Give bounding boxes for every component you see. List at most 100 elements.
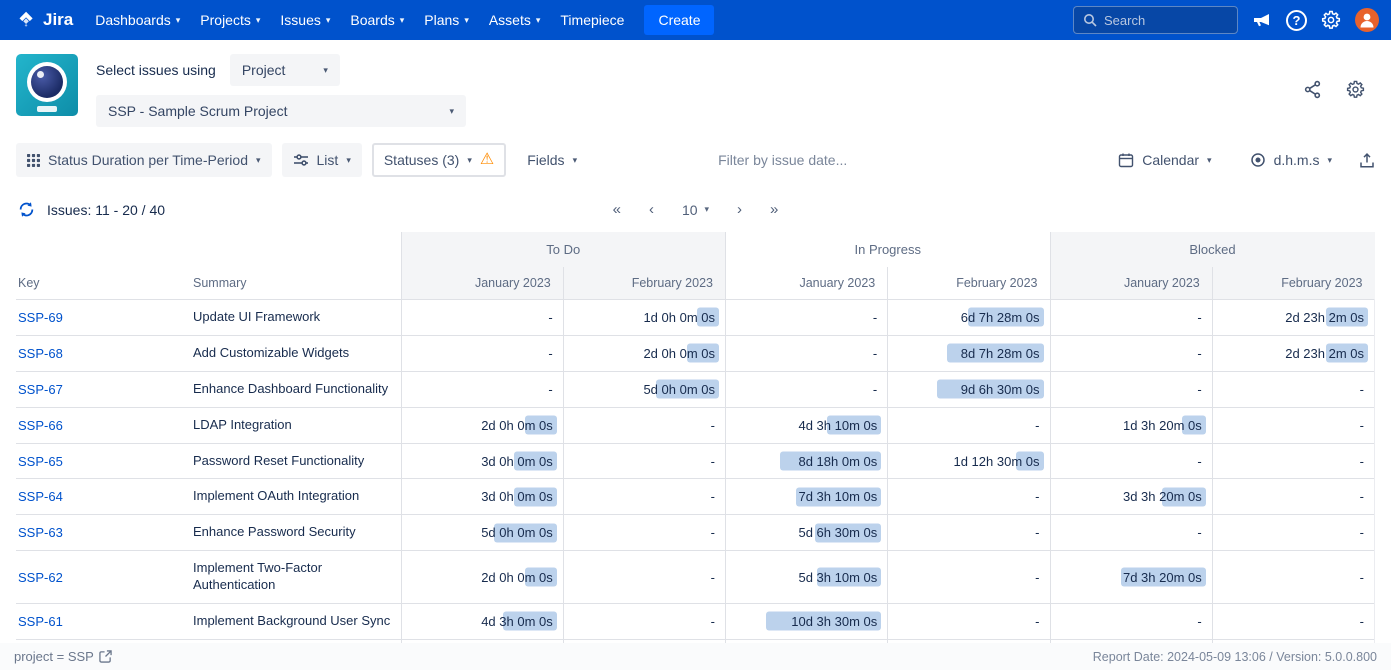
issue-summary: Implement Background User Sync — [191, 604, 401, 640]
user-avatar[interactable] — [1355, 8, 1379, 32]
issue-key-cell: SSP-64 — [16, 479, 191, 515]
table-row: SSP-64Implement OAuth Integration3d 0h 0… — [16, 479, 1375, 515]
time-format-dropdown[interactable]: d.h.m.s ▾ — [1239, 143, 1343, 177]
fields-dropdown[interactable]: Fields ▾ — [516, 143, 588, 177]
issue-source-mode-dropdown[interactable]: Project ▾ — [230, 54, 340, 86]
duration-cell: - — [401, 371, 563, 407]
duration-value: 9d 6h 30m 0s — [961, 382, 1040, 397]
duration-value: 5d 6h 30m 0s — [798, 525, 877, 540]
jira-brand[interactable]: Jira — [12, 10, 83, 31]
pagination-prev-button[interactable]: ‹ — [649, 201, 654, 218]
report-type-dropdown[interactable]: Status Duration per Time-Period ▾ — [16, 143, 272, 177]
duration-value: - — [711, 570, 715, 585]
duration-cell: - — [1050, 604, 1212, 640]
pagination-last-button[interactable]: » — [770, 201, 778, 218]
duration-cell: - — [563, 515, 725, 551]
search-icon — [1083, 13, 1097, 27]
nav-item-timepiece[interactable]: Timepiece — [550, 3, 634, 37]
gear-icon[interactable] — [1321, 10, 1341, 30]
issue-key-link[interactable]: SSP-65 — [18, 454, 63, 469]
statuses-label: Statuses (3) — [384, 152, 459, 168]
duration-cell: 2d 0h 0m 0s — [401, 407, 563, 443]
duration-value: - — [1197, 310, 1201, 325]
nav-item-issues[interactable]: Issues▾ — [270, 3, 340, 37]
duration-cell: 3d 3h 20m 0s — [1050, 479, 1212, 515]
duration-value: 2d 0h 0m 0s — [481, 570, 553, 585]
duration-cell: - — [726, 335, 888, 371]
nav-item-assets[interactable]: Assets▾ — [479, 3, 551, 37]
issue-key-link[interactable]: SSP-69 — [18, 310, 63, 325]
issue-date-filter-input[interactable] — [718, 152, 958, 168]
duration-value: - — [1197, 346, 1201, 361]
header-actions — [1303, 54, 1375, 99]
issue-key-link[interactable]: SSP-63 — [18, 525, 63, 540]
issue-key-cell: SSP-62 — [16, 551, 191, 604]
nav-right: ? — [1073, 6, 1379, 34]
calendar-dropdown[interactable]: Calendar ▾ — [1107, 143, 1222, 177]
duration-value: 1d 0h 0m 0s — [643, 310, 715, 325]
settings-gear-icon[interactable] — [1346, 80, 1365, 99]
duration-value: - — [711, 489, 715, 504]
chevron-down-icon: ▾ — [346, 155, 351, 166]
nav-item-label: Assets — [489, 12, 531, 28]
issue-key-link[interactable]: SSP-66 — [18, 418, 63, 433]
issue-summary: Password Reset Functionality — [191, 443, 401, 479]
issue-key-link[interactable]: SSP-67 — [18, 382, 63, 397]
status-group-header-row: To DoIn ProgressBlocked — [16, 232, 1375, 267]
nav-item-plans[interactable]: Plans▾ — [414, 3, 479, 37]
duration-value: - — [711, 454, 715, 469]
nav-item-projects[interactable]: Projects▾ — [190, 3, 270, 37]
announcements-icon[interactable] — [1252, 11, 1272, 29]
duration-value: 3d 3h 20m 0s — [1123, 489, 1202, 504]
table-row: SSP-69Update UI Framework-1d 0h 0m 0s-6d… — [16, 300, 1375, 336]
issue-key-cell: SSP-67 — [16, 371, 191, 407]
project-dropdown[interactable]: SSP - Sample Scrum Project ▾ — [96, 95, 466, 127]
table-row: SSP-61Implement Background User Sync4d 3… — [16, 604, 1375, 640]
refresh-icon[interactable] — [18, 201, 35, 218]
issue-key-link[interactable]: SSP-64 — [18, 489, 63, 504]
duration-value: 4d 3h 10m 0s — [798, 418, 877, 433]
issue-key-link[interactable]: SSP-62 — [18, 570, 63, 585]
issue-key-cell: SSP-69 — [16, 300, 191, 336]
statuses-dropdown[interactable]: Statuses (3) ▾ ⚠ — [372, 143, 506, 177]
duration-cell: - — [888, 479, 1050, 515]
duration-value: - — [1035, 489, 1039, 504]
issue-summary: Update UI Framework — [191, 300, 401, 336]
duration-cell: - — [401, 300, 563, 336]
view-dropdown[interactable]: List ▾ — [282, 143, 362, 177]
pagination-next-button[interactable]: › — [737, 201, 742, 218]
view-label: List — [317, 152, 339, 168]
issue-key-cell: SSP-63 — [16, 515, 191, 551]
time-format-label: d.h.m.s — [1274, 152, 1320, 168]
duration-value: 8d 7h 28m 0s — [961, 346, 1040, 361]
page-size-dropdown[interactable]: 10 ▾ — [682, 202, 709, 218]
page-size-value: 10 — [682, 202, 698, 218]
nav-item-boards[interactable]: Boards▾ — [340, 3, 414, 37]
key-column-header: Key — [16, 267, 191, 300]
share-icon[interactable] — [1303, 80, 1322, 99]
duration-value: 2d 23h 2m 0s — [1285, 346, 1364, 361]
chevron-down-icon: ▾ — [449, 106, 454, 117]
nav-item-dashboards[interactable]: Dashboards▾ — [85, 3, 190, 37]
issue-key-link[interactable]: SSP-61 — [18, 614, 63, 629]
help-icon[interactable]: ? — [1286, 10, 1307, 31]
pagination-first-button[interactable]: « — [613, 201, 621, 218]
global-search[interactable] — [1073, 6, 1238, 34]
external-link-icon[interactable] — [99, 650, 112, 663]
table-row: SSP-63Enhance Password Security5d 0h 0m … — [16, 515, 1375, 551]
issue-key-link[interactable]: SSP-68 — [18, 346, 63, 361]
create-button[interactable]: Create — [644, 5, 714, 35]
grid-icon — [27, 154, 40, 167]
issue-summary: Enhance Password Security — [191, 515, 401, 551]
duration-value: - — [1360, 489, 1364, 504]
month-column-header: January 2023 — [726, 267, 888, 300]
issue-summary: Add Customizable Widgets — [191, 335, 401, 371]
jql-filter-display[interactable]: project = SSP — [14, 649, 112, 664]
search-input[interactable] — [1104, 13, 1214, 28]
duration-value: - — [1035, 570, 1039, 585]
calendar-icon — [1118, 152, 1134, 168]
month-column-header: January 2023 — [401, 267, 563, 300]
chevron-down-icon: ▾ — [467, 155, 472, 166]
status-group-header: To Do — [401, 232, 726, 267]
export-icon[interactable] — [1359, 152, 1375, 169]
